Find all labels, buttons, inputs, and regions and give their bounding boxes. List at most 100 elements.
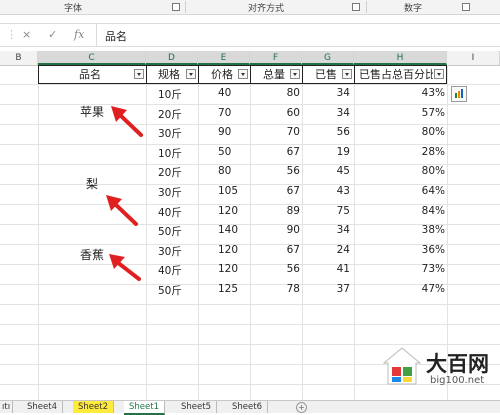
table-cell[interactable]: 34: [337, 87, 350, 99]
column-header-g[interactable]: G: [302, 51, 354, 65]
sheet-tab-sheet5[interactable]: Sheet5: [176, 401, 217, 413]
table-cell[interactable]: 56: [287, 165, 300, 177]
quick-analysis-icon[interactable]: [451, 86, 467, 102]
table-cell[interactable]: 34: [337, 224, 350, 236]
sheet-tab-sheet6[interactable]: Sheet6: [227, 401, 268, 413]
header-cell-name[interactable]: 品名: [38, 65, 147, 84]
table-cell[interactable]: 120: [218, 244, 238, 256]
table-cell[interactable]: 43%: [422, 87, 445, 99]
filter-dropdown-icon[interactable]: [134, 69, 144, 79]
table-cell[interactable]: 50斤: [158, 283, 182, 298]
filter-dropdown-icon[interactable]: [238, 69, 248, 79]
table-cell[interactable]: 120: [218, 263, 238, 275]
alignment-dialog-launcher-icon[interactable]: [352, 3, 360, 11]
grid-row-line: [0, 304, 500, 305]
table-cell[interactable]: 50斤: [158, 224, 182, 239]
table-cell[interactable]: 24: [337, 244, 350, 256]
table-cell[interactable]: 40斤: [158, 205, 182, 220]
column-header-b[interactable]: B: [0, 51, 38, 65]
table-cell[interactable]: 30斤: [158, 244, 182, 259]
filter-dropdown-icon[interactable]: [434, 69, 444, 79]
header-cell-sold[interactable]: 已售: [302, 65, 355, 84]
number-dialog-launcher-icon[interactable]: [462, 3, 470, 11]
table-cell[interactable]: 80: [287, 87, 300, 99]
sheet-tab-partial[interactable]: ıtı: [0, 401, 14, 413]
table-cell[interactable]: 125: [218, 283, 238, 295]
table-cell[interactable]: 43: [337, 185, 350, 197]
table-cell[interactable]: 120: [218, 205, 238, 217]
table-cell[interactable]: 80%: [422, 165, 445, 177]
table-cell[interactable]: 90: [218, 126, 231, 138]
table-cell[interactable]: 20斤: [158, 165, 182, 180]
table-cell[interactable]: 36%: [422, 244, 445, 256]
table-cell[interactable]: 140: [218, 224, 238, 236]
table-cell[interactable]: 57%: [422, 107, 445, 119]
table-cell[interactable]: 75: [337, 205, 350, 217]
table-cell[interactable]: 73%: [422, 263, 445, 275]
column-header-i[interactable]: I: [447, 51, 500, 65]
table-cell[interactable]: 38%: [422, 224, 445, 236]
formula-input[interactable]: 品名: [96, 24, 500, 46]
table-cell[interactable]: 50: [218, 146, 231, 158]
table-cell[interactable]: 56: [337, 126, 350, 138]
ribbon-group-alignment-label: 对齐方式: [248, 4, 285, 14]
fruit-label-apple[interactable]: 苹果: [80, 103, 104, 120]
table-cell[interactable]: 67: [287, 146, 300, 158]
table-cell[interactable]: 19: [337, 146, 350, 158]
table-cell[interactable]: 20斤: [158, 107, 182, 122]
table-cell[interactable]: 80%: [422, 126, 445, 138]
table-cell[interactable]: 10斤: [158, 87, 182, 102]
table-cell[interactable]: 67: [287, 185, 300, 197]
table-cell[interactable]: 70: [218, 107, 231, 119]
add-sheet-icon[interactable]: +: [296, 402, 307, 413]
table-cell[interactable]: 84%: [422, 205, 445, 217]
column-header-e[interactable]: E: [198, 51, 250, 65]
confirm-icon[interactable]: ✓: [48, 28, 57, 41]
header-cell-price[interactable]: 价格: [198, 65, 251, 84]
sheet-tab-sheet2[interactable]: Sheet2: [73, 401, 114, 413]
column-header-d[interactable]: D: [146, 51, 198, 65]
filter-dropdown-icon[interactable]: [186, 69, 196, 79]
column-header-row: B C D E F G H I: [0, 51, 500, 66]
table-cell[interactable]: 89: [287, 205, 300, 217]
table-cell[interactable]: 56: [287, 263, 300, 275]
font-dialog-launcher-icon[interactable]: [172, 3, 180, 11]
table-cell[interactable]: 41: [337, 263, 350, 275]
table-cell[interactable]: 37: [337, 283, 350, 295]
table-cell[interactable]: 40斤: [158, 263, 182, 278]
header-cell-spec[interactable]: 规格: [146, 65, 199, 84]
fruit-label-pear[interactable]: 梨: [86, 175, 98, 192]
header-cell-sold-percent[interactable]: 已售占总百分比: [354, 65, 447, 84]
grid-row-line: [0, 84, 500, 85]
table-cell[interactable]: 64%: [422, 185, 445, 197]
filter-dropdown-icon[interactable]: [342, 69, 352, 79]
table-cell[interactable]: 10斤: [158, 146, 182, 161]
table-cell[interactable]: 60: [287, 107, 300, 119]
grid-row-line: [0, 124, 500, 125]
column-header-f[interactable]: F: [250, 51, 302, 65]
table-cell[interactable]: 40: [218, 87, 231, 99]
table-cell[interactable]: 28%: [422, 146, 445, 158]
filter-dropdown-icon[interactable]: [290, 69, 300, 79]
ribbon-divider: [185, 1, 186, 13]
fruit-label-banana[interactable]: 香蕉: [80, 246, 104, 263]
table-cell[interactable]: 105: [218, 185, 238, 197]
table-cell[interactable]: 90: [287, 224, 300, 236]
column-header-c[interactable]: C: [38, 51, 146, 65]
table-cell[interactable]: 67: [287, 244, 300, 256]
table-cell[interactable]: 45: [337, 165, 350, 177]
sheet-tab-sheet4[interactable]: Sheet4: [22, 401, 63, 413]
table-cell[interactable]: 30斤: [158, 185, 182, 200]
table-cell[interactable]: 47%: [422, 283, 445, 295]
table-cell[interactable]: 80: [218, 165, 231, 177]
insert-function-icon[interactable]: fx: [74, 28, 84, 41]
table-cell[interactable]: 70: [287, 126, 300, 138]
header-cell-total[interactable]: 总量: [250, 65, 303, 84]
cancel-icon[interactable]: ×: [22, 28, 31, 41]
table-cell[interactable]: 34: [337, 107, 350, 119]
sheet-tab-sheet1[interactable]: Sheet1: [124, 401, 165, 415]
table-cell[interactable]: 78: [287, 283, 300, 295]
grid-column-line: [146, 65, 147, 400]
column-header-h[interactable]: H: [354, 51, 447, 65]
table-cell[interactable]: 30斤: [158, 126, 182, 141]
